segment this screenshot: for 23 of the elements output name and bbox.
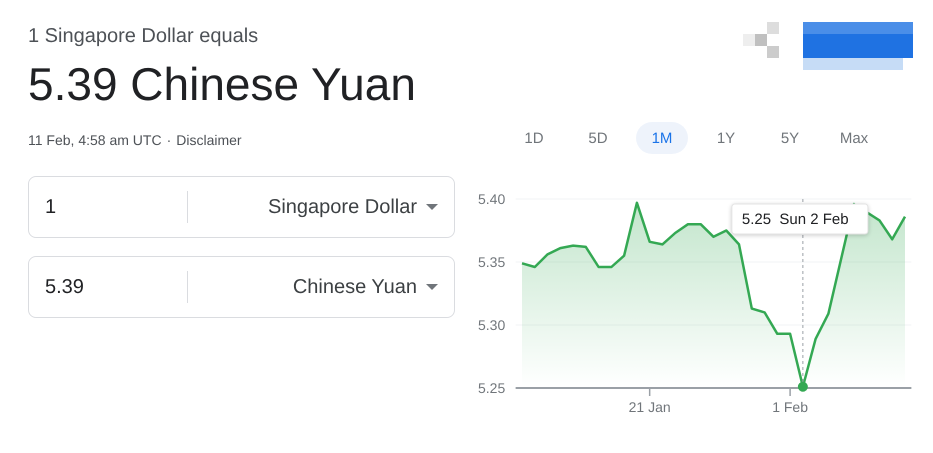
axis-label: 1 Feb [772,399,808,415]
converted-result: 5.39 Chinese Yuan [28,57,417,111]
amount-field[interactable]: 5.39 [29,276,187,298]
axis-label: 21 Jan [628,399,671,415]
range-tab[interactable]: 5Y [764,122,816,154]
range-tab[interactable]: 1Y [700,122,752,154]
range-tab[interactable]: 1M [636,122,688,154]
range-tab[interactable]: 1D [508,122,560,154]
rate-subtitle: 1 Singapore Dollar equals [28,24,260,48]
currency-dropdown[interactable]: Chinese Yuan [188,267,454,307]
timestamp: 11 Feb, 4:58 am UTC [28,131,162,149]
caret-icon [426,284,438,290]
disclaimer-link[interactable]: Disclaimer [176,131,242,149]
separator: · [166,131,172,149]
axis-label: 5.25 [478,380,506,396]
axis-label: 5.30 [478,317,506,333]
caret-icon [426,204,438,210]
range-tab[interactable]: Max [828,122,880,154]
amount-field[interactable]: 1 [29,196,187,218]
range-tab[interactable]: 5D [572,122,624,154]
currency-dropdown[interactable]: Singapore Dollar [188,187,454,227]
axis-label: 5.35 [478,254,506,270]
axis-label: 5.40 [478,191,506,207]
